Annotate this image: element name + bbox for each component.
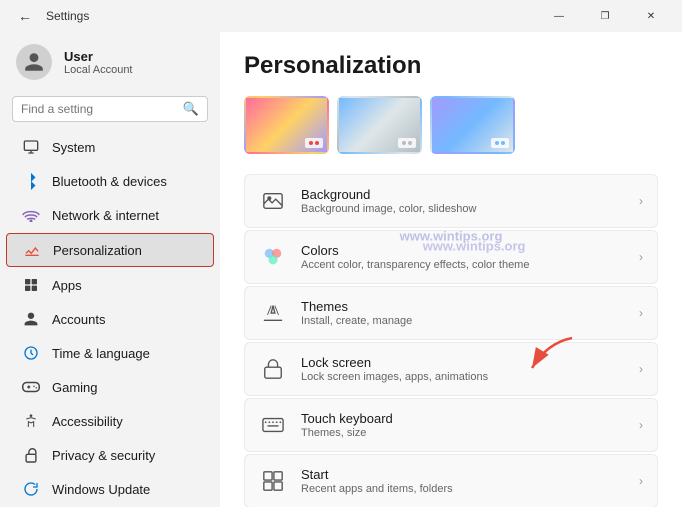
privacy-icon	[22, 446, 40, 464]
settings-item-touchkeyboard[interactable]: Touch keyboard Themes, size ›	[244, 398, 658, 452]
window-title: Settings	[46, 9, 89, 23]
settings-item-start[interactable]: Start Recent apps and items, folders ›	[244, 454, 658, 507]
background-title: Background	[301, 187, 625, 202]
app-container: User Local Account 🔍 System Bluetooth & …	[0, 32, 682, 507]
settings-item-colors[interactable]: Colors Accent color, transparency effect…	[244, 230, 658, 284]
minimize-button[interactable]: —	[536, 0, 582, 32]
background-text: Background Background image, color, slid…	[301, 187, 625, 215]
nav-label-accounts: Accounts	[52, 312, 105, 327]
nav-item[interactable]: Time & language	[6, 337, 214, 369]
themes-desc: Install, create, manage	[301, 315, 625, 327]
nav-label-gaming: Gaming	[52, 380, 98, 395]
nav-item[interactable]: Network & internet	[6, 199, 214, 231]
start-desc: Recent apps and items, folders	[301, 483, 625, 495]
background-desc: Background image, color, slideshow	[301, 203, 625, 215]
nav-item[interactable]: Apps	[6, 269, 214, 301]
nav-item[interactable]: Gaming	[6, 371, 214, 403]
bluetooth-icon	[22, 172, 40, 190]
themes-text: Themes Install, create, manage	[301, 299, 625, 327]
gaming-icon	[22, 378, 40, 396]
settings-item-lockscreen[interactable]: Lock screen Lock screen images, apps, an…	[244, 342, 658, 396]
start-arrow: ›	[639, 474, 643, 488]
search-icon: 🔍	[183, 101, 199, 117]
nav-item[interactable]: Windows Update	[6, 473, 214, 505]
accessibility-icon	[22, 412, 40, 430]
content-wrapper: Personalization	[220, 32, 682, 507]
settings-list: Background Background image, color, slid…	[244, 174, 658, 507]
content-area: Personalization	[220, 32, 682, 507]
start-icon	[259, 467, 287, 495]
theme-previews	[244, 96, 658, 154]
themes-arrow: ›	[639, 306, 643, 320]
settings-item-background[interactable]: Background Background image, color, slid…	[244, 174, 658, 228]
touchkeyboard-arrow: ›	[639, 418, 643, 432]
colors-text: Colors Accent color, transparency effect…	[301, 243, 625, 271]
nav-item[interactable]: Privacy & security	[6, 439, 214, 471]
user-account-type: Local Account	[64, 64, 133, 76]
nav-item-personalization[interactable]: Personalization	[6, 233, 214, 267]
nav-item[interactable]: Accounts	[6, 303, 214, 335]
nav-label-bluetooth: Bluetooth & devices	[52, 174, 167, 189]
theme-preview-1[interactable]	[244, 96, 329, 154]
nav-item[interactable]: System	[6, 131, 214, 163]
nav-label-time: Time & language	[52, 346, 150, 361]
sidebar: User Local Account 🔍 System Bluetooth & …	[0, 32, 220, 507]
user-name: User	[64, 49, 133, 64]
touchkeyboard-icon	[259, 411, 287, 439]
nav-label-update: Windows Update	[52, 482, 150, 497]
user-info: User Local Account	[64, 49, 133, 76]
nav-item[interactable]: Bluetooth & devices	[6, 165, 214, 197]
nav-label-system: System	[52, 140, 95, 155]
colors-desc: Accent color, transparency effects, colo…	[301, 259, 625, 271]
lockscreen-icon	[259, 355, 287, 383]
window-controls: — ❐ ✕	[536, 0, 674, 32]
search-box[interactable]: 🔍	[12, 96, 208, 122]
background-icon	[259, 187, 287, 215]
touchkeyboard-title: Touch keyboard	[301, 411, 625, 426]
nav-label-accessibility: Accessibility	[52, 414, 123, 429]
nav-label-personalization: Personalization	[53, 243, 142, 258]
themes-title: Themes	[301, 299, 625, 314]
lockscreen-title: Lock screen	[301, 355, 625, 370]
lockscreen-desc: Lock screen images, apps, animations	[301, 371, 625, 383]
start-text: Start Recent apps and items, folders	[301, 467, 625, 495]
colors-title: Colors	[301, 243, 625, 258]
user-section: User Local Account	[0, 32, 220, 92]
nav-label-privacy: Privacy & security	[52, 448, 155, 463]
touchkeyboard-desc: Themes, size	[301, 427, 625, 439]
time-icon	[22, 344, 40, 362]
page-title: Personalization	[244, 52, 658, 80]
theme-preview-3[interactable]	[430, 96, 515, 154]
lockscreen-text: Lock screen Lock screen images, apps, an…	[301, 355, 625, 383]
system-icon	[22, 138, 40, 156]
nav-item[interactable]: Accessibility	[6, 405, 214, 437]
update-icon	[22, 480, 40, 498]
colors-arrow: ›	[639, 250, 643, 264]
themes-icon	[259, 299, 287, 327]
title-bar: ← Settings — ❐ ✕	[0, 0, 682, 32]
avatar	[16, 44, 52, 80]
maximize-button[interactable]: ❐	[582, 0, 628, 32]
nav-label-apps: Apps	[52, 278, 82, 293]
search-input[interactable]	[21, 102, 177, 116]
close-button[interactable]: ✕	[628, 0, 674, 32]
network-icon	[22, 206, 40, 224]
start-title: Start	[301, 467, 625, 482]
personalization-icon	[23, 241, 41, 259]
theme-preview-2[interactable]	[337, 96, 422, 154]
touchkeyboard-text: Touch keyboard Themes, size	[301, 411, 625, 439]
apps-icon	[22, 276, 40, 294]
accounts-icon	[22, 310, 40, 328]
background-arrow: ›	[639, 194, 643, 208]
lockscreen-arrow: ›	[639, 362, 643, 376]
nav-label-network: Network & internet	[52, 208, 159, 223]
back-button[interactable]: ←	[12, 6, 38, 26]
settings-item-themes[interactable]: Themes Install, create, manage ›	[244, 286, 658, 340]
colors-icon	[259, 243, 287, 271]
